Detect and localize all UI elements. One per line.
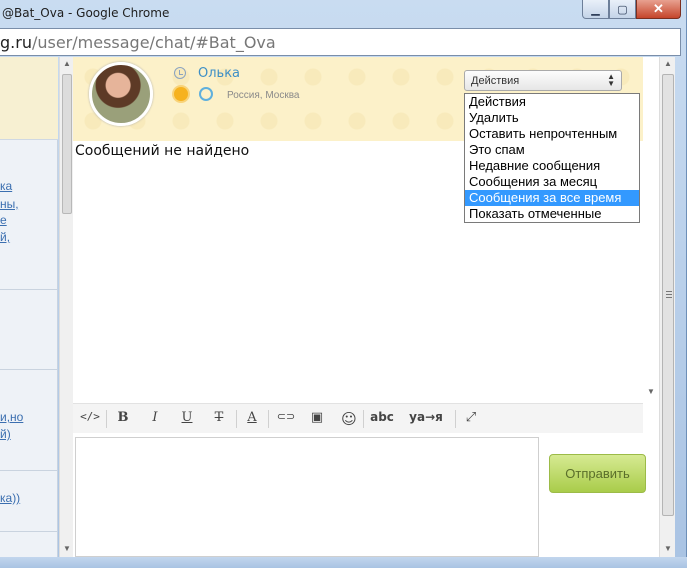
toolbar-divider: [236, 410, 237, 428]
actions-select-value: Действия: [471, 75, 520, 87]
sidebar-link[interactable]: ка)): [0, 491, 20, 505]
sidebar-link[interactable]: и,но: [0, 410, 23, 424]
toolbar-divider: [106, 410, 107, 428]
text-color-button[interactable]: A: [244, 410, 260, 428]
clock-icon: [174, 67, 186, 79]
dropdown-option[interactable]: Сообщения за все время: [465, 190, 639, 206]
grip-line: [666, 297, 672, 298]
sidebar-scroll-thumb[interactable]: [62, 74, 72, 214]
sidebar-divider: [0, 369, 58, 370]
baby-icon: [199, 87, 213, 101]
sidebar-link[interactable]: ны,: [0, 197, 19, 211]
sidebar-link[interactable]: й,: [0, 230, 10, 244]
link-icon[interactable]: ⊂⊃: [275, 410, 297, 428]
sidebar-link[interactable]: е: [0, 213, 7, 227]
emoji-icon[interactable]: ☺: [339, 410, 359, 428]
avatar[interactable]: [89, 62, 153, 126]
sidebar-link[interactable]: й): [0, 427, 11, 441]
sidebar-link[interactable]: ка: [0, 179, 12, 193]
page-scrollbar[interactable]: ▲ ▼: [659, 57, 675, 557]
sidebar-divider: [0, 289, 58, 290]
strikethrough-button[interactable]: T: [211, 410, 227, 428]
maximize-button[interactable]: ▢: [609, 0, 636, 19]
close-button[interactable]: ✕: [636, 0, 681, 19]
dropdown-option[interactable]: Это спам: [465, 142, 639, 158]
toolbar-divider: [455, 410, 456, 428]
profile-name-link[interactable]: Олька: [198, 66, 240, 81]
expand-icon[interactable]: ⤢: [463, 410, 479, 428]
dropdown-option[interactable]: Показать отмеченные: [465, 206, 639, 222]
profile-location: Россия, Москва: [227, 90, 300, 101]
close-icon: ✕: [653, 1, 664, 16]
scroll-up-icon[interactable]: ▲: [60, 59, 74, 68]
dropdown-option[interactable]: Действия: [465, 94, 639, 110]
sidebar-scrollbar[interactable]: ▲ ▼: [59, 57, 73, 557]
url-path: /user/message/chat/#Bat_Ova: [31, 33, 276, 52]
title-bar: @Bat_Ova - Google Chrome ▁ ▢ ✕: [0, 0, 687, 28]
messages-scrollbar[interactable]: ▼: [643, 57, 659, 402]
grip-line: [666, 291, 672, 292]
scroll-down-icon[interactable]: ▼: [661, 544, 675, 553]
bold-button[interactable]: B: [115, 410, 131, 428]
editor-toolbar: </> B I U T A ⊂⊃ ▣ ☺ abc ya→я ⤢: [73, 403, 643, 433]
select-arrows-icon: ▲ ▼: [607, 72, 615, 88]
dropdown-option[interactable]: Удалить: [465, 110, 639, 126]
scroll-down-icon[interactable]: ▼: [644, 387, 658, 396]
scroll-down-icon[interactable]: ▼: [60, 544, 74, 553]
empty-state-text: Сообщений не найдено: [75, 143, 250, 159]
sidebar-divider: [0, 470, 58, 471]
toolbar-divider: [268, 410, 269, 428]
image-icon[interactable]: ▣: [307, 410, 327, 428]
italic-button[interactable]: I: [147, 410, 163, 428]
source-button[interactable]: </>: [79, 410, 101, 428]
url-host: g.ru: [0, 33, 32, 52]
chat-header: Олька Россия, Москва Действия ▲ ▼ Действи…: [73, 57, 643, 223]
minimize-button[interactable]: ▁: [582, 0, 609, 19]
actions-dropdown: Действия Удалить Оставить непрочтенным Это …: [464, 93, 640, 223]
toolbar-divider: [363, 410, 364, 428]
send-button[interactable]: Отправить: [549, 454, 646, 493]
spellcheck-button[interactable]: abc: [368, 410, 396, 428]
underline-button[interactable]: U: [179, 410, 195, 428]
dropdown-option[interactable]: Недавние сообщения: [465, 158, 639, 174]
sidebar-divider: [0, 531, 58, 532]
window-controls: ▁ ▢ ✕: [582, 0, 681, 19]
translit-button[interactable]: ya→я: [405, 410, 447, 428]
dropdown-option[interactable]: Оставить непрочтенным: [465, 126, 639, 142]
sun-icon: [174, 87, 188, 101]
window-bottom-frame: [0, 557, 687, 568]
actions-select[interactable]: Действия ▲ ▼: [464, 70, 622, 91]
window-title: @Bat_Ova - Google Chrome: [2, 6, 170, 20]
grip-line: [666, 294, 672, 295]
left-sidebar: ка ны, е й, и,но й) ка)): [0, 57, 58, 557]
sidebar-header: [0, 57, 58, 140]
scroll-up-icon[interactable]: ▲: [661, 59, 675, 68]
message-editor[interactable]: [75, 437, 539, 557]
url-text: g.ru/user/message/chat/#Bat_Ova: [0, 33, 276, 52]
dropdown-option[interactable]: Сообщения за месяц: [465, 174, 639, 190]
maximize-icon: ▢: [617, 3, 628, 16]
minimize-icon: ▁: [591, 3, 600, 16]
address-bar[interactable]: g.ru/user/message/chat/#Bat_Ova: [0, 28, 681, 56]
page-scroll-thumb[interactable]: [662, 74, 674, 516]
browser-window: @Bat_Ova - Google Chrome ▁ ▢ ✕ g.ru/user…: [0, 0, 687, 568]
chat-panel: Олька Россия, Москва Действия ▲ ▼ Действи…: [73, 57, 659, 557]
